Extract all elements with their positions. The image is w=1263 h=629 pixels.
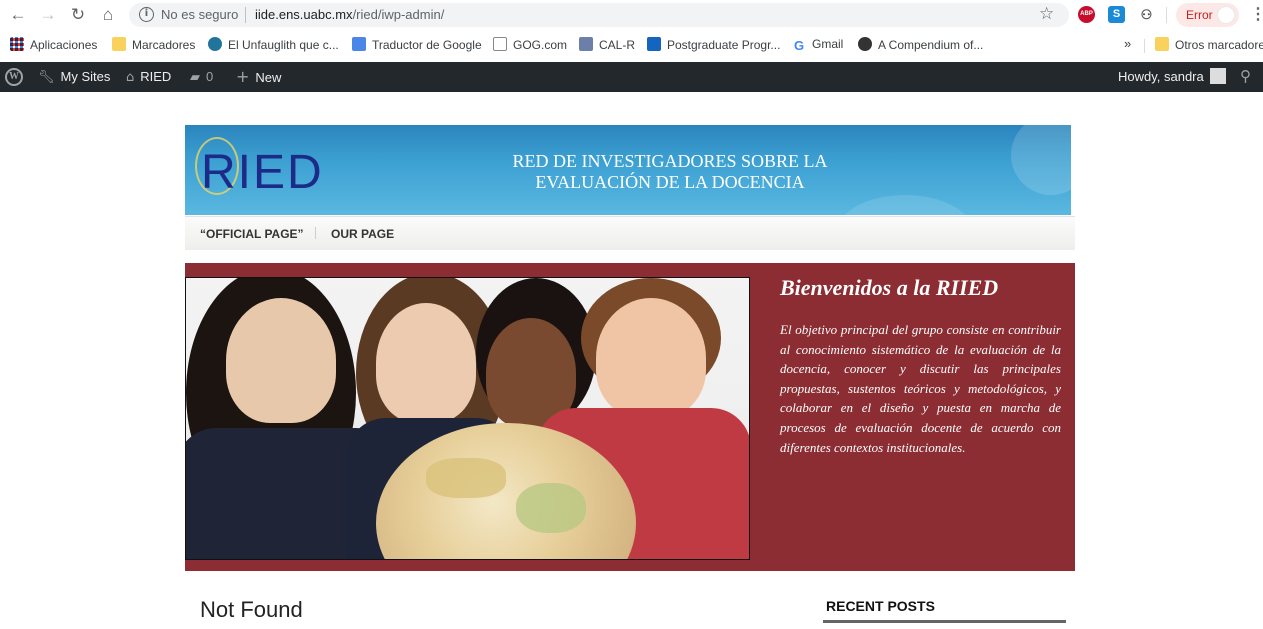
reload-icon[interactable]: ↻ [66, 3, 90, 27]
adblock-icon[interactable]: ABP [1078, 6, 1095, 23]
bookmark-gog[interactable]: GOG.com [493, 37, 567, 52]
address-bar[interactable]: i No es seguro iide.ens.uabc.mx/ried/iwp… [129, 3, 1069, 27]
bookmark-label: CAL-R [599, 38, 636, 52]
kebab-menu-icon[interactable]: ⋮ [1250, 4, 1263, 24]
comments-menu[interactable]: ▰ 0 [190, 62, 213, 92]
gog-icon [493, 37, 507, 51]
comments-count: 0 [206, 69, 214, 84]
folder-icon [1155, 37, 1169, 51]
cal-icon [579, 37, 593, 51]
google-icon: G [792, 38, 806, 53]
bookmarks-divider [1144, 39, 1145, 53]
bookmark-marcadores[interactable]: Marcadores [112, 37, 195, 52]
toolbar-divider [1166, 7, 1167, 23]
comment-icon: ▰ [190, 70, 200, 85]
compendium-icon [858, 37, 872, 51]
error-label: Error [1186, 8, 1213, 22]
wrench-icon: 🔧︎ [38, 70, 55, 85]
wp-admin-bar: W 🔧︎ My Sites ⌂ RIED ▰ 0 + New Howdy, sandra… [0, 62, 1263, 92]
site-logo[interactable]: RIED [201, 149, 324, 197]
bookmark-label: A Compendium of... [878, 38, 984, 52]
nav-divider [315, 227, 316, 239]
recent-posts-rule [823, 620, 1066, 623]
url-path: /ried/iwp-admin/ [352, 7, 445, 22]
s-extension-icon[interactable]: S [1108, 6, 1125, 23]
bookmark-otros[interactable]: Otros marcadores [1155, 37, 1263, 52]
bookmark-compendium[interactable]: A Compendium of... [858, 37, 983, 52]
bookmark-label: Gmail [812, 37, 844, 51]
site-navigation: “OFFICIAL PAGE” OUR PAGE [185, 216, 1075, 250]
decorative-bubble [1011, 125, 1071, 195]
hero-section: Bienvenidos a la RIIED El objetivo princ… [185, 263, 1075, 571]
decorative-bubble [835, 195, 975, 215]
hero-photo [185, 277, 750, 560]
page-title: Not Found [200, 597, 303, 622]
my-sites-label: My Sites [60, 69, 111, 84]
site-name-menu[interactable]: ⌂ RIED [126, 62, 171, 92]
hero-description: El objetivo principal del grupo consiste… [780, 322, 1061, 455]
folder-icon [112, 37, 126, 51]
wordpress-icon [208, 37, 222, 51]
bookmark-label: El Unfauglith que c... [228, 38, 339, 52]
url-text[interactable]: iide.ens.uabc.mx/ried/iwp-admin/ [255, 7, 444, 22]
hero-heading: Bienvenidos a la RIIED [780, 275, 999, 300]
my-sites-menu[interactable]: 🔧︎ My Sites [38, 62, 110, 92]
postgraduate-icon [647, 37, 661, 51]
security-label: No es seguro [161, 7, 239, 22]
back-icon[interactable]: ← [6, 3, 30, 27]
apps-icon [10, 37, 24, 51]
search-icon[interactable]: ⚲ [1240, 62, 1251, 92]
home-icon: ⌂ [126, 70, 135, 85]
bookmark-unfauglith[interactable]: El Unfauglith que c... [208, 37, 339, 52]
bookmark-postgraduate[interactable]: Postgraduate Progr... [647, 37, 780, 52]
profile-avatar-icon [1217, 6, 1235, 24]
bookmark-label: Aplicaciones [30, 38, 98, 52]
translate-icon [352, 37, 366, 51]
bookmark-apps[interactable]: Aplicaciones [10, 37, 97, 52]
recent-posts-heading: RECENT POSTS [826, 598, 935, 614]
url-host: iide.ens.uabc.mx [255, 7, 353, 22]
bookmarks-bar: Aplicaciones Marcadores El Unfauglith qu… [0, 31, 1263, 59]
omnibox-divider [245, 7, 246, 23]
site-header-banner[interactable]: RIED RED DE INVESTIGADORES SOBRE LA EVAL… [185, 125, 1071, 215]
home-icon[interactable]: ⌂ [96, 3, 120, 27]
new-content-menu[interactable]: + New [236, 62, 281, 92]
plus-icon: + [236, 67, 250, 86]
bookmark-gmail[interactable]: G Gmail [792, 37, 843, 53]
user-avatar [1209, 68, 1226, 84]
bookmark-star-icon[interactable]: ☆ [1039, 4, 1054, 24]
nav-our-page[interactable]: OUR PAGE [331, 227, 394, 241]
bookmark-label: Traductor de Google [372, 38, 482, 52]
bookmark-label: GOG.com [513, 38, 568, 52]
bookmarks-overflow-button[interactable]: » [1124, 36, 1131, 51]
puzzle-extension-icon[interactable]: ⚇ [1138, 6, 1155, 23]
bookmark-traductor[interactable]: Traductor de Google [352, 37, 482, 52]
site-tagline: RED DE INVESTIGADORES SOBRE LA EVALUACIÓ… [512, 151, 828, 192]
howdy-label: Howdy, sandra [1118, 69, 1204, 84]
bookmark-label: Otros marcadores [1175, 38, 1263, 52]
my-account-menu[interactable]: Howdy, sandra [1118, 62, 1226, 92]
bookmark-calr[interactable]: CAL-R [579, 37, 635, 52]
nav-official-page[interactable]: “OFFICIAL PAGE” [200, 227, 304, 241]
bookmark-label: Marcadores [132, 38, 196, 52]
bookmark-label: Postgraduate Progr... [667, 38, 781, 52]
info-icon[interactable]: i [139, 7, 154, 22]
site-name-label: RIED [140, 69, 172, 84]
wordpress-logo-icon[interactable]: W [5, 68, 23, 86]
forward-icon[interactable]: → [36, 3, 60, 27]
profile-error-button[interactable]: Error [1176, 3, 1239, 27]
new-label: New [255, 70, 282, 85]
browser-toolbar: ← → ↻ ⌂ i No es seguro iide.ens.uabc.mx/… [0, 0, 1263, 31]
